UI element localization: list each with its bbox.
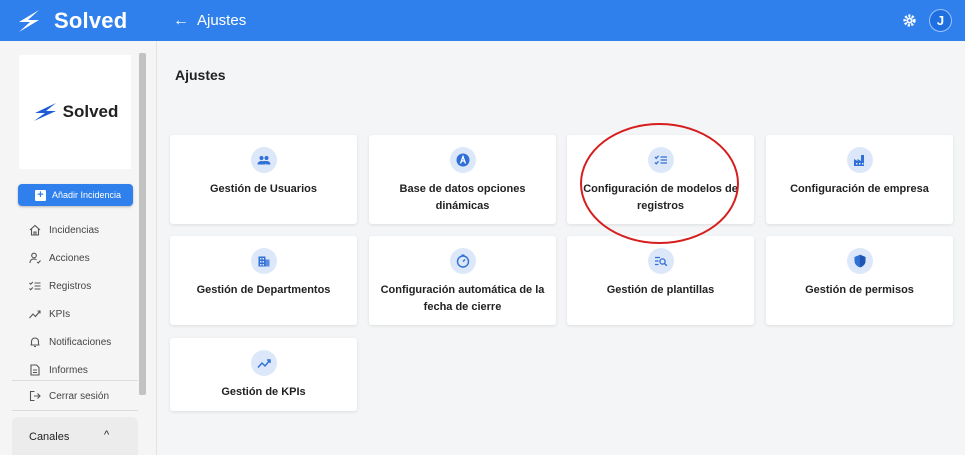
timer-icon [456,254,469,268]
card-gestion-permisos[interactable]: Gestión de permisos [766,236,953,325]
card-config-empresa[interactable]: Configuración de empresa [766,135,953,224]
card-label: Gestión de Usuarios [210,183,317,195]
solved-logo-icon [33,103,56,121]
solved-logo-icon [19,9,39,32]
sidebar-item-label: KPIs [49,308,71,320]
card-icon-circle [250,147,277,173]
card-config-fecha-cierre[interactable]: Configuración automática de la fecha de … [369,236,556,325]
plus-icon: + [35,189,46,201]
sidebar-item-label: Acciones [49,252,90,264]
building-icon [258,256,269,267]
sidebar-item-acciones[interactable]: Acciones [0,244,139,272]
brand-name: Solved [54,7,128,33]
card-icon-circle [846,147,873,173]
card-gestion-usuarios[interactable]: Gestión de Usuarios [170,135,357,224]
card-icon-circle [449,147,476,173]
channels-section[interactable]: Canales ^ [12,417,138,455]
company-logo: Solved [19,55,131,169]
back-label: Ajustes [197,12,247,29]
logout-button[interactable]: Cerrar sesión [0,382,139,410]
sidebar-item-incidencias[interactable]: Incidencias [0,216,139,244]
sidebar-scrollbar[interactable] [139,53,146,395]
sidebar-divider [12,380,138,381]
brand[interactable]: Solved [0,0,157,41]
top-bar: Solved ← Ajustes J [0,0,965,41]
logout-label: Cerrar sesión [49,390,110,402]
chevron-up-icon[interactable]: ^ [104,429,109,441]
logo-text: Solved [62,102,119,121]
back-link[interactable]: ← Ajustes [173,0,246,41]
sidebar-item-notificaciones[interactable]: Notificaciones [0,328,139,356]
card-icon-circle [250,248,277,274]
card-label: Configuración automática de la fecha de … [380,284,545,313]
sidebar-item-label: Informes [49,364,88,376]
user-action-icon [29,252,41,264]
trend-icon [29,310,41,319]
page-title: Ajustes [175,67,226,83]
bell-icon [30,337,40,348]
add-incident-button[interactable]: + Añadir Incidencia [18,184,133,206]
card-label: Configuración de empresa [790,183,929,195]
card-label: Base de datos opciones dinámicas [399,183,526,212]
sidebar-item-label: Registros [49,280,92,292]
sidebar-item-kpis[interactable]: KPIs [0,300,139,328]
card-label: Gestión de plantillas [606,284,715,296]
sidebar-item-label: Notificaciones [49,336,112,348]
shield-icon [854,254,865,268]
sidebar-item-label: Incidencias [49,224,100,236]
factory-icon [853,155,864,166]
card-icon-circle [250,350,277,376]
back-arrow-icon: ← [173,11,189,29]
main-content: Ajustes Gestión de Usuarios Base de dato… [157,41,965,455]
checklist-icon [29,281,41,291]
card-gestion-plantillas[interactable]: Gestión de plantillas [567,236,754,325]
gear-icon[interactable] [902,13,917,28]
trend-icon [256,359,271,368]
sidebar-item-registros[interactable]: Registros [0,272,139,300]
card-gestion-departamentos[interactable]: Gestión de Departmentos [170,236,357,325]
card-gestion-kpis[interactable]: Gestión de KPIs [170,338,357,411]
add-incident-label: Añadir Incidencia [52,190,122,200]
channels-label: Canales [29,431,70,443]
card-icon-circle [449,248,476,274]
sidebar-nav: Incidencias Acciones Registros KPIs Noti… [0,216,139,384]
home-icon [29,224,41,236]
list-search-icon [654,256,667,267]
card-label: Gestión de KPIs [221,386,306,398]
card-icon-circle [846,248,873,274]
document-icon [30,364,40,376]
sidebar-divider [12,410,138,411]
sidebar: Solved + Añadir Incidencia Incidencias A… [0,41,157,455]
users-icon [257,156,270,165]
card-base-datos-opciones[interactable]: Base de datos opciones dinámicas [369,135,556,224]
user-avatar[interactable]: J [929,9,952,32]
card-label: Gestión de permisos [805,284,914,296]
card-label: Gestión de Departmentos [196,284,331,296]
card-icon-circle [647,248,674,274]
letter-a-icon [456,153,469,167]
logout-icon [29,390,41,402]
highlight-circle [580,123,739,244]
